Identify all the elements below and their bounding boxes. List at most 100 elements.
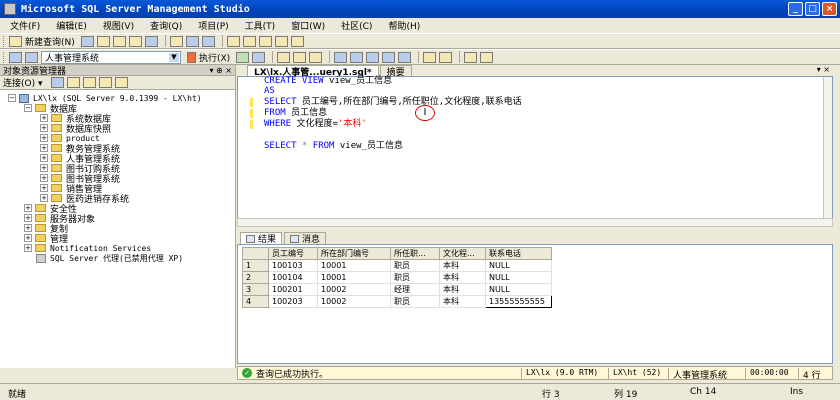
chevron-down-icon[interactable]: ▼ <box>169 52 179 62</box>
tab-messages[interactable]: 消息 <box>284 232 327 245</box>
column-header[interactable]: 员工编号 <box>268 247 318 260</box>
close-button[interactable]: × <box>822 2 837 16</box>
expand-icon[interactable]: + <box>40 114 48 122</box>
results-to-grid-icon[interactable] <box>350 51 364 63</box>
tree-node-database[interactable]: + 图书管理系统 <box>0 173 235 185</box>
client-stats-icon[interactable] <box>398 51 412 63</box>
connect-dropdown[interactable]: 连接(O) ▾ <box>3 76 43 89</box>
database-select[interactable]: 人事管理系统 ▼ <box>41 50 181 64</box>
object-explorer-icon[interactable] <box>242 35 256 47</box>
uncomment-icon[interactable] <box>439 51 453 63</box>
filter-icon[interactable] <box>114 77 128 88</box>
analysis-query-icon[interactable] <box>96 35 110 47</box>
column-header[interactable]: 所任职... <box>390 247 440 260</box>
tree-node-management[interactable]: + 管理 <box>0 233 235 245</box>
tree-node-database[interactable]: + 医药进销存系统 <box>0 193 235 205</box>
save-all-icon[interactable] <box>201 35 215 47</box>
expand-icon[interactable]: + <box>24 214 32 222</box>
tab-summary[interactable]: 摘要 <box>379 65 412 78</box>
template-explorer-icon[interactable] <box>258 35 272 47</box>
expand-icon[interactable]: + <box>40 144 48 152</box>
open-file-icon[interactable] <box>169 35 183 47</box>
selected-cell[interactable]: 13555555555 <box>485 295 552 308</box>
execute-button[interactable]: 执行(X) <box>199 51 230 64</box>
tab-controls[interactable]: ▾ × <box>817 65 830 74</box>
change-connection-icon[interactable] <box>25 51 38 63</box>
menu-project[interactable]: 项目(P) <box>198 19 228 32</box>
database-engine-query-icon[interactable] <box>80 35 94 47</box>
table-row[interactable]: 4 100203 10002 职员 本科 13555555555 <box>242 295 552 308</box>
query-designer-icon[interactable] <box>293 51 307 63</box>
include-plan-icon[interactable] <box>382 51 396 63</box>
properties-icon[interactable] <box>274 35 288 47</box>
tree-node-database[interactable]: + 数据库快照 <box>0 123 235 135</box>
panel-controls[interactable]: ▾ ⊕ × <box>209 66 232 75</box>
toolbar-grip[interactable] <box>3 35 6 47</box>
expand-icon[interactable]: + <box>40 184 48 192</box>
tree-node-replication[interactable]: + 复制 <box>0 223 235 235</box>
mining-query-icon[interactable] <box>112 35 126 47</box>
cancel-query-icon[interactable] <box>252 51 266 63</box>
toolbox-icon[interactable] <box>290 35 304 47</box>
menu-community[interactable]: 社区(C) <box>341 19 372 32</box>
display-plan-icon[interactable] <box>277 51 291 63</box>
tab-results[interactable]: 结果 <box>240 232 283 245</box>
expand-icon[interactable]: + <box>40 134 48 142</box>
decrease-indent-icon[interactable] <box>464 51 478 63</box>
parse-icon[interactable] <box>236 51 250 63</box>
table-row[interactable]: 1 100103 10001 职员 本科 NULL <box>242 259 552 272</box>
tab-query1[interactable]: LX\lx.人事管...uery1.sql* <box>247 65 379 78</box>
menu-file[interactable]: 文件(F) <box>10 19 40 32</box>
expand-icon[interactable]: + <box>40 154 48 162</box>
expand-icon[interactable]: + <box>24 234 32 242</box>
expand-icon[interactable]: + <box>24 244 32 252</box>
collapse-icon[interactable]: − <box>8 94 16 102</box>
expand-icon[interactable]: + <box>24 224 32 232</box>
column-header[interactable]: 文化程... <box>439 247 486 260</box>
toolbar-grip[interactable] <box>3 51 6 63</box>
intellisense-icon[interactable] <box>309 51 323 63</box>
expand-icon[interactable]: + <box>40 174 48 182</box>
refresh-icon[interactable] <box>98 77 112 88</box>
results-to-file-icon[interactable] <box>366 51 380 63</box>
connect-icon[interactable] <box>50 77 64 88</box>
expand-icon[interactable]: + <box>40 164 48 172</box>
expand-icon[interactable]: + <box>40 124 48 132</box>
new-query-button[interactable]: 新建查询(N) <box>25 35 75 48</box>
registered-servers-icon[interactable] <box>226 35 240 47</box>
menu-view[interactable]: 视图(V) <box>103 19 134 32</box>
disconnect-icon[interactable] <box>66 77 80 88</box>
tree-node-security[interactable]: + 安全性 <box>0 203 235 215</box>
sql-editor[interactable]: CREATE VIEW view_员工信息 AS SELECT 员工编号,所在部… <box>237 76 833 226</box>
menu-help[interactable]: 帮助(H) <box>388 19 420 32</box>
results-to-text-icon[interactable] <box>334 51 348 63</box>
tree-node-server-objects[interactable]: + 服务器对象 <box>0 213 235 225</box>
increase-indent-icon[interactable] <box>480 51 494 63</box>
editor-horizontal-scrollbar[interactable] <box>237 218 833 227</box>
xmla-query-icon[interactable] <box>128 35 142 47</box>
connect-icon[interactable] <box>9 51 22 63</box>
tree-node-sql-agent[interactable]: SQL Server 代理(已禁用代理 XP) <box>0 253 235 263</box>
menu-query[interactable]: 查询(Q) <box>150 19 182 32</box>
save-icon[interactable] <box>185 35 199 47</box>
stop-icon[interactable] <box>82 77 96 88</box>
collapse-icon[interactable]: − <box>24 104 32 112</box>
tree-node-databases[interactable]: − 数据库 <box>0 103 235 115</box>
table-row[interactable]: 3 100201 10002 经理 本科 NULL <box>242 283 552 296</box>
table-row[interactable]: 2 100104 10001 职员 本科 NULL <box>242 271 552 284</box>
editor-vertical-scrollbar[interactable] <box>823 77 832 218</box>
tree-node-notification-services[interactable]: + Notification Services <box>0 243 235 253</box>
tree-node-database[interactable]: + 系统数据库 <box>0 113 235 125</box>
column-header[interactable]: 所在部门编号 <box>317 247 391 260</box>
expand-icon[interactable]: + <box>40 194 48 202</box>
maximize-button[interactable]: □ <box>805 2 820 16</box>
column-header[interactable]: 联系电话 <box>485 247 552 260</box>
new-file-icon[interactable] <box>144 35 158 47</box>
menu-edit[interactable]: 编辑(E) <box>56 19 87 32</box>
menu-window[interactable]: 窗口(W) <box>291 19 325 32</box>
expand-icon[interactable]: + <box>24 204 32 212</box>
menu-tools[interactable]: 工具(T) <box>245 19 276 32</box>
minimize-button[interactable]: _ <box>788 2 803 16</box>
corner-cell[interactable] <box>242 247 269 260</box>
tree-node-server[interactable]: − LX\lx (SQL Server 9.0.1399 - LX\ht) <box>0 93 235 103</box>
